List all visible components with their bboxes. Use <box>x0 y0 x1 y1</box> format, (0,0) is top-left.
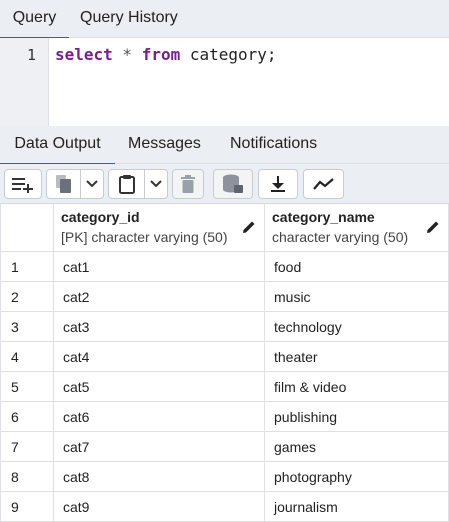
cell-category-name[interactable]: publishing <box>265 402 449 432</box>
copy-button-group <box>46 169 104 199</box>
tab-notifications[interactable]: Notifications <box>230 126 317 164</box>
column-type: character varying (50) <box>272 229 409 245</box>
table-row[interactable]: 4 cat4 theater <box>0 342 449 372</box>
paste-dropdown-button[interactable] <box>145 170 167 198</box>
cell-category-id[interactable]: cat6 <box>54 402 265 432</box>
cell-category-name[interactable]: games <box>265 432 449 462</box>
keyword-from: from <box>141 45 181 64</box>
add-row-icon <box>11 175 35 193</box>
tab-messages[interactable]: Messages <box>128 126 201 164</box>
data-grid: category_id [PK] character varying (50) … <box>0 204 449 522</box>
row-number[interactable]: 7 <box>0 432 54 462</box>
paste-button-group <box>108 169 168 199</box>
row-number-header[interactable] <box>0 204 54 252</box>
code-line[interactable]: select * from category; <box>55 45 277 64</box>
cell-category-id[interactable]: cat1 <box>54 252 265 282</box>
copy-icon <box>55 174 73 194</box>
table-row[interactable]: 3 cat3 technology <box>0 312 449 342</box>
column-header-category-name[interactable]: category_name character varying (50) <box>265 204 449 252</box>
row-number[interactable]: 5 <box>0 372 54 402</box>
sql-editor[interactable]: 1 select * from category; <box>0 38 449 126</box>
line-chart-icon <box>312 177 335 191</box>
add-row-button[interactable] <box>4 169 42 199</box>
line-number: 1 <box>26 46 36 64</box>
row-number[interactable]: 2 <box>0 282 54 312</box>
cell-category-id[interactable]: cat8 <box>54 462 265 492</box>
table-row[interactable]: 9 cat9 journalism <box>0 492 449 522</box>
cell-category-id[interactable]: cat2 <box>54 282 265 312</box>
copy-dropdown-button[interactable] <box>81 170 103 198</box>
pencil-icon[interactable] <box>426 220 440 239</box>
row-number[interactable]: 9 <box>0 492 54 522</box>
row-number[interactable]: 8 <box>0 462 54 492</box>
keyword-select: select <box>55 45 113 64</box>
download-button[interactable] <box>258 169 298 199</box>
column-header-category-id[interactable]: category_id [PK] character varying (50) <box>54 204 265 252</box>
column-name: category_id <box>61 209 140 225</box>
query-tab-bar: Query Query History <box>0 0 449 39</box>
row-number[interactable]: 4 <box>0 342 54 372</box>
operator-star: * <box>112 45 142 64</box>
cell-category-name[interactable]: film & video <box>265 372 449 402</box>
paste-button[interactable] <box>109 170 145 198</box>
row-number[interactable]: 1 <box>0 252 54 282</box>
cell-category-name[interactable]: technology <box>265 312 449 342</box>
table-row[interactable]: 6 cat6 publishing <box>0 402 449 432</box>
cell-category-id[interactable]: cat7 <box>54 432 265 462</box>
column-type: [PK] character varying (50) <box>61 229 228 245</box>
trash-icon <box>181 175 195 193</box>
row-number[interactable]: 6 <box>0 402 54 432</box>
paste-icon <box>118 174 136 194</box>
cell-category-name[interactable]: food <box>265 252 449 282</box>
chevron-down-icon <box>86 180 98 188</box>
table-row[interactable]: 1 cat1 food <box>0 252 449 282</box>
cell-category-id[interactable]: cat4 <box>54 342 265 372</box>
cell-category-id[interactable]: cat3 <box>54 312 265 342</box>
cell-category-id[interactable]: cat9 <box>54 492 265 522</box>
tab-data-output[interactable]: Data Output <box>0 126 115 165</box>
cell-category-name[interactable]: theater <box>265 342 449 372</box>
database-save-icon <box>222 174 244 194</box>
pencil-icon[interactable] <box>242 220 256 239</box>
table-row[interactable]: 8 cat8 photography <box>0 462 449 492</box>
result-tab-bar: Data Output Messages Notifications <box>0 126 449 165</box>
copy-button[interactable] <box>47 170 81 198</box>
download-icon <box>270 175 286 193</box>
table-row[interactable]: 7 cat7 games <box>0 432 449 462</box>
tab-query[interactable]: Query <box>0 0 69 39</box>
delete-button[interactable] <box>172 169 204 199</box>
tab-query-history[interactable]: Query History <box>80 0 178 38</box>
cell-category-id[interactable]: cat5 <box>54 372 265 402</box>
table-row[interactable]: 2 cat2 music <box>0 282 449 312</box>
row-number[interactable]: 3 <box>0 312 54 342</box>
graph-visualiser-button[interactable] <box>303 169 344 199</box>
cell-category-name[interactable]: journalism <box>265 492 449 522</box>
table-row[interactable]: 5 cat5 film & video <box>0 372 449 402</box>
results-toolbar <box>0 164 449 204</box>
cell-category-name[interactable]: photography <box>265 462 449 492</box>
chevron-down-icon <box>150 180 162 188</box>
table-identifier: category; <box>180 45 277 64</box>
cell-category-name[interactable]: music <box>265 282 449 312</box>
line-gutter: 1 <box>0 38 49 126</box>
save-data-button[interactable] <box>213 169 253 199</box>
column-name: category_name <box>272 209 375 225</box>
